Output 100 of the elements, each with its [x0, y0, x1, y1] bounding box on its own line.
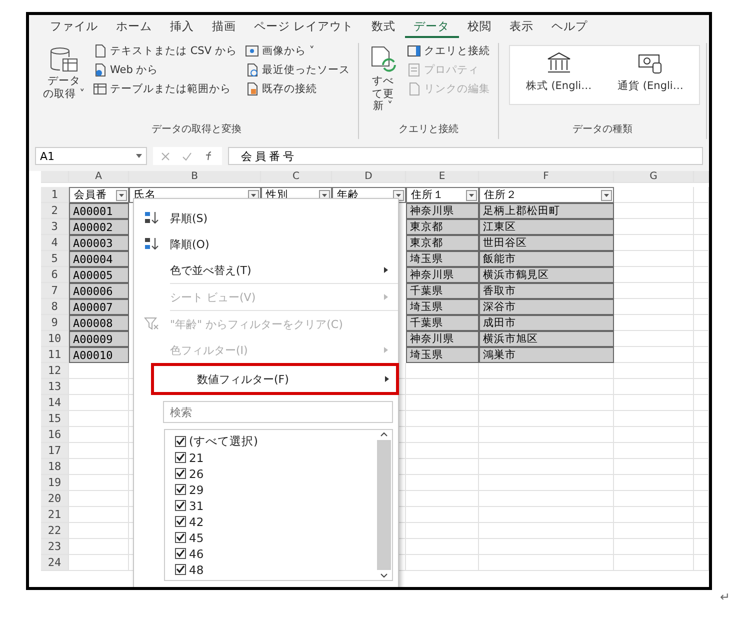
empty-cell[interactable]	[406, 411, 479, 427]
empty-cell[interactable]	[694, 555, 709, 571]
large-ribbon-button[interactable]: すべて更新 ˅	[364, 43, 401, 122]
ribbon-tab[interactable]: 挿入	[161, 16, 203, 38]
empty-cell[interactable]	[614, 459, 694, 475]
scroll-down-icon[interactable]	[380, 572, 388, 580]
empty-cell[interactable]	[406, 523, 479, 539]
ribbon-button[interactable]: 最近使ったソース	[242, 62, 352, 78]
empty-cell[interactable]	[406, 475, 479, 491]
empty-cell[interactable]	[406, 555, 479, 571]
empty-cell[interactable]	[614, 363, 694, 379]
formula-field[interactable]: 会員番号	[228, 147, 703, 165]
ribbon-tab[interactable]: データ	[404, 16, 459, 38]
filter-dropdown-button[interactable]	[466, 190, 477, 200]
ribbon-tab[interactable]: 校閲	[458, 16, 501, 38]
row-header[interactable]: 15	[41, 411, 69, 427]
menu-item[interactable]: 昇順(S)	[134, 205, 398, 231]
row-header[interactable]: 23	[41, 539, 69, 555]
empty-cell[interactable]	[614, 411, 694, 427]
filter-dropdown-button[interactable]	[116, 190, 127, 200]
empty-cell[interactable]	[614, 395, 694, 411]
row-header[interactable]: 20	[41, 491, 69, 507]
empty-cell[interactable]	[406, 507, 479, 523]
row-header[interactable]: 10	[41, 331, 69, 347]
ribbon-button[interactable]: テーブルまたは範囲から	[91, 81, 239, 97]
empty-cell[interactable]	[694, 331, 709, 347]
filter-dropdown-button[interactable]	[601, 190, 612, 200]
value-checkbox[interactable]: 45	[175, 530, 375, 545]
empty-cell[interactable]	[479, 411, 614, 427]
empty-cell[interactable]	[406, 379, 479, 395]
empty-cell[interactable]	[694, 235, 709, 251]
empty-cell[interactable]	[406, 459, 479, 475]
name-box[interactable]: A1	[35, 147, 147, 165]
empty-cell[interactable]	[479, 427, 614, 443]
empty-cell[interactable]	[614, 379, 694, 395]
empty-cell[interactable]	[479, 539, 614, 555]
function-icon[interactable]	[204, 151, 214, 161]
empty-cell[interactable]	[479, 523, 614, 539]
row-header[interactable]: 21	[41, 507, 69, 523]
empty-cell[interactable]	[479, 507, 614, 523]
ribbon-tab[interactable]: ヘルプ	[542, 16, 597, 38]
empty-cell[interactable]	[694, 507, 709, 523]
column-header[interactable]: A	[69, 171, 129, 183]
value-checkbox[interactable]: (すべて選択)	[175, 434, 375, 449]
column-header[interactable]: D	[332, 171, 406, 183]
empty-cell[interactable]	[406, 539, 479, 555]
cancel-icon[interactable]	[161, 152, 170, 160]
row-header[interactable]: 24	[41, 555, 69, 571]
empty-cell[interactable]	[479, 459, 614, 475]
row-header[interactable]: 16	[41, 427, 69, 443]
ribbon-tab[interactable]: 表示	[500, 16, 543, 38]
row-header[interactable]: 14	[41, 395, 69, 411]
empty-cell[interactable]	[694, 219, 709, 235]
row-header[interactable]: 5	[41, 251, 69, 267]
menu-item[interactable]: 色で並べ替え(T)	[134, 257, 398, 283]
menu-item[interactable]: 降順(O)	[134, 231, 398, 257]
empty-cell[interactable]	[479, 395, 614, 411]
empty-cell[interactable]	[694, 411, 709, 427]
ribbon-tab[interactable]: ファイル	[41, 16, 107, 38]
scroll-up-icon[interactable]	[380, 430, 388, 438]
empty-cell[interactable]	[614, 443, 694, 459]
column-header[interactable]	[694, 171, 709, 183]
empty-cell[interactable]	[479, 491, 614, 507]
empty-cell[interactable]	[406, 491, 479, 507]
empty-cell[interactable]	[406, 395, 479, 411]
value-checkbox[interactable]: 48	[175, 562, 375, 577]
empty-cell[interactable]	[694, 523, 709, 539]
scrollbar[interactable]	[375, 430, 392, 580]
empty-cell[interactable]	[406, 427, 479, 443]
data-type-button[interactable]: 通貨 (Engli…	[612, 50, 690, 100]
ribbon-button[interactable]: 既存の接続	[242, 81, 352, 97]
empty-cell[interactable]	[694, 363, 709, 379]
empty-cell[interactable]	[694, 443, 709, 459]
row-header[interactable]: 2	[41, 203, 69, 219]
column-header[interactable]: G	[614, 171, 694, 183]
row-header[interactable]: 6	[41, 267, 69, 283]
filter-dropdown-button[interactable]	[393, 190, 404, 200]
menu-item[interactable]: 数値フィルター(F)	[151, 363, 399, 395]
row-header[interactable]: 12	[41, 363, 69, 379]
empty-cell[interactable]	[694, 187, 709, 203]
search-field[interactable]: 検索	[163, 401, 393, 423]
row-header[interactable]: 7	[41, 283, 69, 299]
empty-cell[interactable]	[694, 395, 709, 411]
empty-cell[interactable]	[614, 507, 694, 523]
column-header[interactable]: B	[129, 171, 261, 183]
empty-cell[interactable]	[406, 443, 479, 459]
column-header[interactable]: C	[261, 171, 332, 183]
empty-cell[interactable]	[694, 347, 709, 363]
row-header[interactable]: 1	[41, 187, 69, 203]
row-header[interactable]: 3	[41, 219, 69, 235]
empty-cell[interactable]	[694, 491, 709, 507]
empty-cell[interactable]	[406, 363, 479, 379]
empty-cell[interactable]	[694, 475, 709, 491]
row-header[interactable]: 18	[41, 459, 69, 475]
empty-cell[interactable]	[694, 379, 709, 395]
value-checkbox[interactable]: 26	[175, 466, 375, 481]
value-checkbox[interactable]: 29	[175, 482, 375, 497]
column-header[interactable]: F	[479, 171, 614, 183]
empty-cell[interactable]	[614, 491, 694, 507]
ribbon-tab[interactable]: ページ レイアウト	[245, 16, 363, 38]
